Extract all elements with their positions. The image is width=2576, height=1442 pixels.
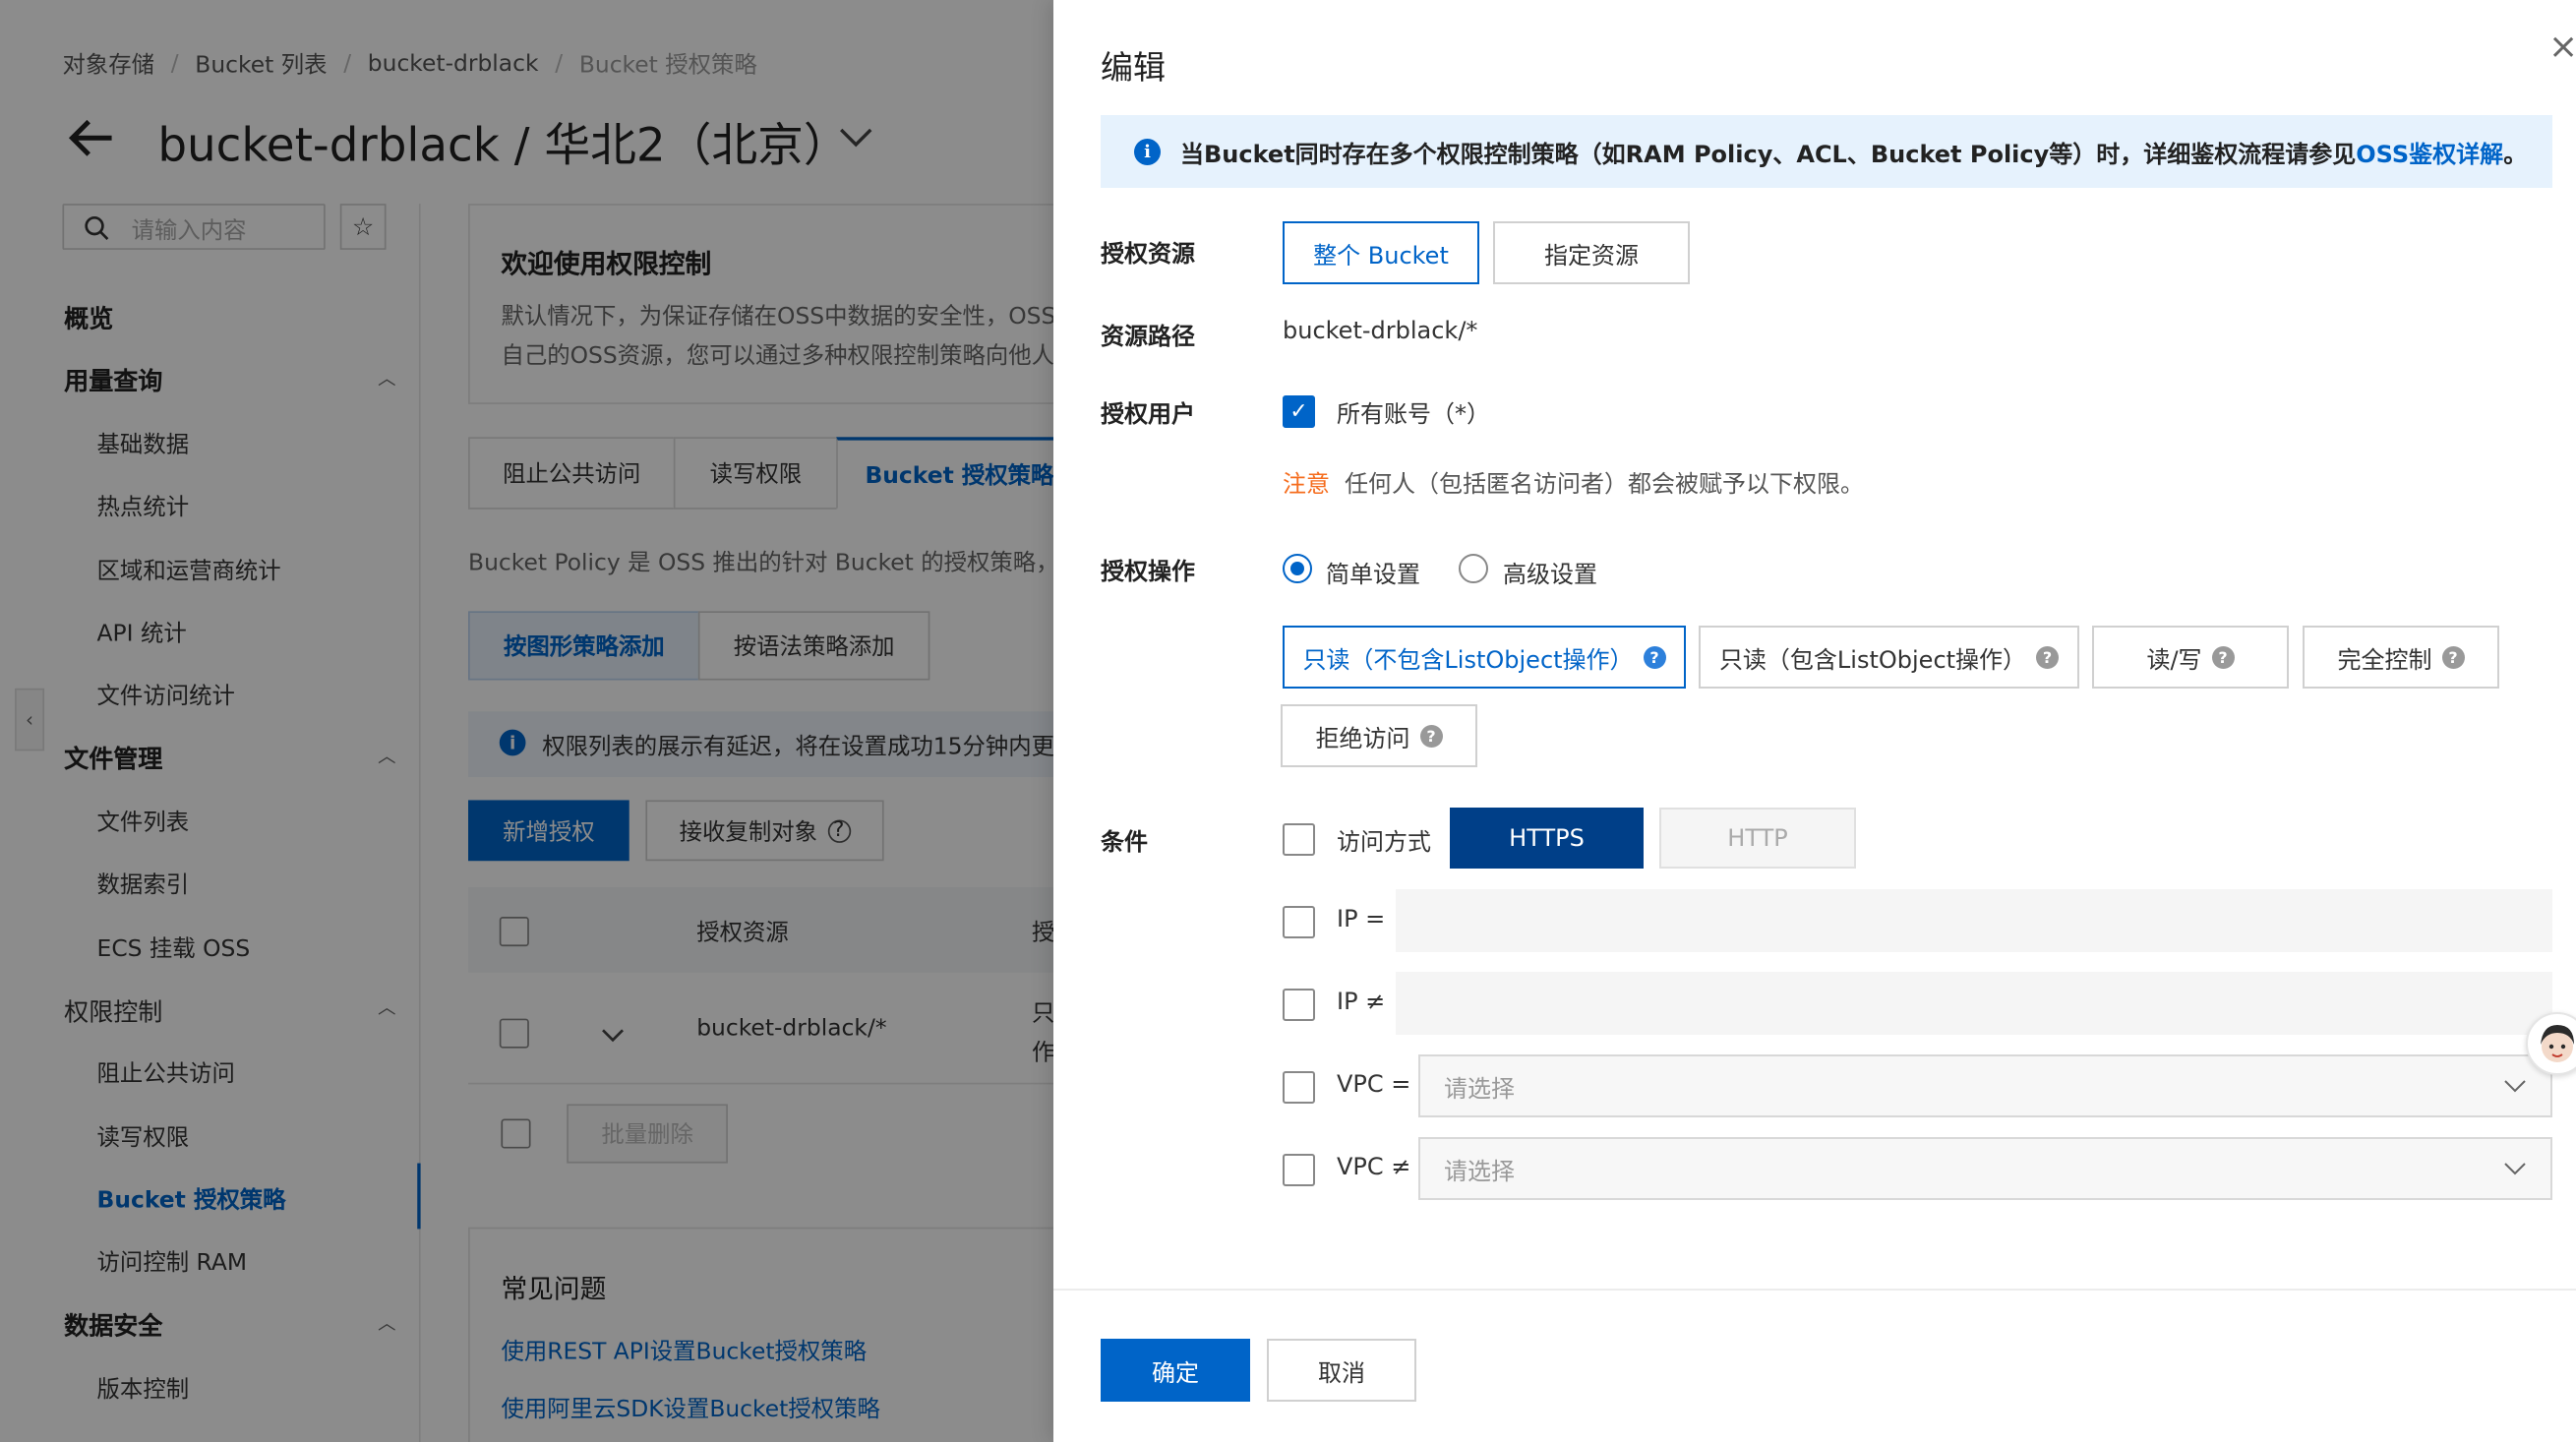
- policy-alert: i 当Bucket同时存在多个权限控制策略（如RAM Policy、ACL、Bu…: [1101, 115, 2552, 188]
- help-icon: ?: [1419, 724, 1443, 748]
- confirm-button[interactable]: 确定: [1101, 1339, 1250, 1402]
- perm-fullcontrol-button[interactable]: 完全控制 ?: [2303, 626, 2499, 689]
- info-icon: i: [1134, 138, 1161, 165]
- vpc-ne-label: VPC ≠: [1337, 1153, 1411, 1180]
- assistant-avatar-icon: [2541, 1025, 2574, 1062]
- advanced-mode-radio[interactable]: [1459, 554, 1488, 583]
- help-icon: ?: [2036, 645, 2060, 669]
- cancel-button[interactable]: 取消: [1267, 1339, 1416, 1402]
- vpc-eq-label: VPC =: [1337, 1070, 1411, 1098]
- conditions-label: 条件: [1101, 828, 1148, 856]
- user-label: 授权用户: [1101, 400, 1195, 428]
- auth-doc-link[interactable]: OSS鉴权详解: [2356, 141, 2503, 168]
- vpc-eq-select[interactable]: 请选择: [1418, 1054, 2552, 1117]
- help-icon: ?: [2441, 645, 2465, 669]
- specific-resource-button[interactable]: 指定资源: [1493, 221, 1690, 284]
- perm-readonly-list-button[interactable]: 只读（包含ListObject操作） ?: [1699, 626, 2079, 689]
- footer-divider: [1053, 1289, 2576, 1291]
- check-icon: ✓: [1289, 399, 1308, 424]
- alert-text: 当Bucket同时存在多个权限控制策略（如RAM Policy、ACL、Buck…: [1180, 140, 2528, 168]
- drawer-title: 编辑: [1101, 48, 1166, 87]
- select-placeholder: 请选择: [1444, 1074, 1515, 1103]
- resource-label: 授权资源: [1101, 240, 1195, 268]
- vpc-eq-checkbox[interactable]: [1283, 1071, 1315, 1104]
- close-button[interactable]: ×: [2548, 30, 2576, 65]
- http-button[interactable]: HTTP: [1659, 808, 1856, 869]
- ip-eq-input[interactable]: [1396, 889, 2552, 952]
- operation-label: 授权操作: [1101, 558, 1195, 585]
- warning-text: 任何人（包括匿名访问者）都会被赋予以下权限。: [1345, 470, 1864, 498]
- edit-drawer: 编辑 × i 当Bucket同时存在多个权限控制策略（如RAM Policy、A…: [1053, 0, 2576, 1442]
- ip-eq-checkbox[interactable]: [1283, 906, 1315, 938]
- access-method-checkbox[interactable]: [1283, 823, 1315, 856]
- ip-ne-label: IP ≠: [1337, 988, 1386, 1015]
- modal-overlay[interactable]: [0, 0, 1053, 1442]
- chevron-down-icon: [2504, 1163, 2526, 1175]
- ip-ne-input[interactable]: [1396, 972, 2552, 1035]
- all-accounts-checkbox[interactable]: ✓: [1283, 395, 1315, 428]
- all-accounts-label: 所有账号（*）: [1337, 400, 1490, 428]
- chevron-down-icon: [2504, 1080, 2526, 1093]
- select-placeholder: 请选择: [1444, 1157, 1515, 1185]
- perm-deny-button[interactable]: 拒绝访问 ?: [1281, 704, 1477, 767]
- advanced-mode-label: 高级设置: [1503, 561, 1597, 588]
- access-method-label: 访问方式: [1337, 828, 1431, 856]
- simple-mode-radio[interactable]: [1283, 554, 1312, 583]
- warning-label: 注意: [1283, 470, 1330, 498]
- simple-mode-label: 简单设置: [1326, 561, 1420, 588]
- close-icon: ×: [2548, 27, 2576, 67]
- ip-eq-label: IP =: [1337, 905, 1386, 932]
- perm-readwrite-button[interactable]: 读/写 ?: [2092, 626, 2289, 689]
- https-button[interactable]: HTTPS: [1450, 808, 1644, 869]
- perm-readonly-no-list-button[interactable]: 只读（不包含ListObject操作） ?: [1283, 626, 1686, 689]
- vpc-ne-checkbox[interactable]: [1283, 1154, 1315, 1186]
- help-icon: ?: [2211, 645, 2235, 669]
- path-value: bucket-drblack/*: [1283, 317, 1478, 344]
- path-label: 资源路径: [1101, 323, 1195, 350]
- vpc-ne-select[interactable]: 请选择: [1418, 1137, 2552, 1200]
- ip-ne-checkbox[interactable]: [1283, 989, 1315, 1021]
- help-icon: ?: [1643, 645, 1666, 669]
- whole-bucket-button[interactable]: 整个 Bucket: [1283, 221, 1479, 284]
